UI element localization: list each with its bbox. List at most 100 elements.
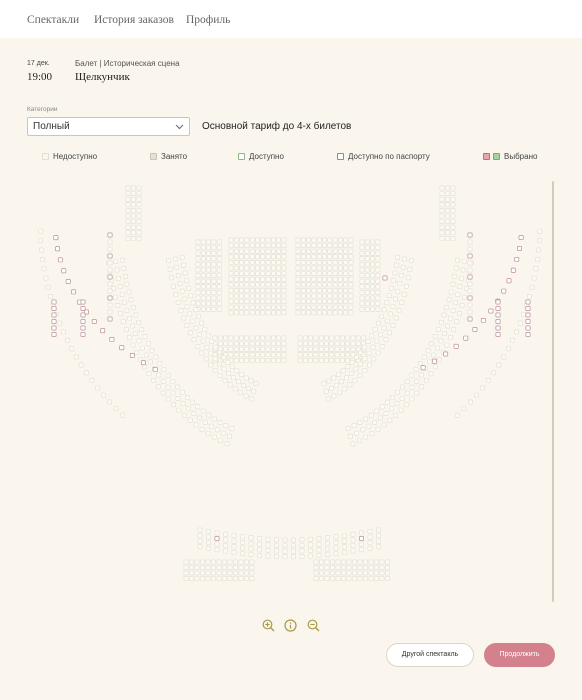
seat xyxy=(300,304,306,310)
zoom-in-icon[interactable] xyxy=(262,619,275,632)
seat xyxy=(390,323,396,328)
category-select[interactable]: Полный xyxy=(27,117,190,136)
seat xyxy=(370,306,375,312)
seat[interactable] xyxy=(480,317,486,323)
seat[interactable] xyxy=(80,319,86,324)
seat[interactable] xyxy=(467,232,473,238)
seat[interactable] xyxy=(100,328,106,334)
seat[interactable] xyxy=(80,332,86,337)
seat[interactable] xyxy=(472,327,478,332)
info-icon[interactable] xyxy=(284,619,297,632)
seat[interactable] xyxy=(129,353,135,358)
seat xyxy=(200,301,206,306)
seat xyxy=(345,364,351,370)
nav-order-history[interactable]: История заказов xyxy=(94,14,174,26)
seat[interactable] xyxy=(107,295,113,301)
seat[interactable] xyxy=(443,351,449,357)
seat[interactable] xyxy=(525,306,531,311)
seat[interactable] xyxy=(495,312,501,318)
seat-map[interactable] xyxy=(28,180,555,600)
seat[interactable] xyxy=(506,278,512,284)
seat[interactable] xyxy=(51,306,57,311)
seat xyxy=(228,335,234,341)
seat xyxy=(265,352,271,358)
seat[interactable] xyxy=(525,319,531,324)
seat[interactable] xyxy=(80,312,86,318)
seat[interactable] xyxy=(61,268,67,274)
seat[interactable] xyxy=(71,289,76,295)
seat[interactable] xyxy=(420,365,426,371)
seat[interactable] xyxy=(107,232,113,238)
seatmap-scrollbar[interactable] xyxy=(552,181,554,602)
seat xyxy=(455,292,461,297)
seat[interactable] xyxy=(514,256,520,262)
seat[interactable] xyxy=(525,299,531,305)
seat[interactable] xyxy=(525,325,531,331)
seat xyxy=(212,367,218,373)
seat[interactable] xyxy=(55,246,60,252)
seat[interactable] xyxy=(119,345,125,351)
nav-performances[interactable]: Спектакли xyxy=(27,14,79,26)
seat[interactable] xyxy=(467,253,473,259)
seat[interactable] xyxy=(91,319,97,324)
seat[interactable] xyxy=(141,360,146,366)
seat[interactable] xyxy=(501,288,507,294)
seat[interactable] xyxy=(51,312,57,318)
seat[interactable] xyxy=(359,536,364,541)
seat[interactable] xyxy=(107,316,113,322)
seat[interactable] xyxy=(495,306,501,311)
seat xyxy=(302,335,308,341)
seat[interactable] xyxy=(65,279,71,284)
zoom-out-icon[interactable] xyxy=(307,619,320,632)
seat[interactable] xyxy=(107,274,113,280)
seat[interactable] xyxy=(518,235,524,240)
seat[interactable] xyxy=(51,299,57,305)
seat[interactable] xyxy=(432,358,437,364)
seat xyxy=(249,254,255,260)
seat xyxy=(302,357,308,363)
seat[interactable] xyxy=(80,299,86,305)
other-show-button[interactable]: Другой спектакль xyxy=(386,643,474,667)
seat[interactable] xyxy=(467,274,473,280)
seat[interactable] xyxy=(495,299,501,305)
seat xyxy=(323,388,329,394)
seat xyxy=(244,254,250,260)
seat xyxy=(239,304,244,310)
seat[interactable] xyxy=(80,325,86,331)
seat[interactable] xyxy=(214,536,220,541)
seat xyxy=(265,310,271,316)
seat xyxy=(322,259,327,265)
seat xyxy=(281,335,287,341)
seat[interactable] xyxy=(488,308,494,314)
seat[interactable] xyxy=(109,336,115,342)
seat[interactable] xyxy=(525,332,531,337)
seat xyxy=(218,438,223,443)
seat[interactable] xyxy=(495,319,501,324)
seat[interactable] xyxy=(525,312,531,318)
seat[interactable] xyxy=(382,275,388,281)
seat[interactable] xyxy=(467,295,473,301)
seat xyxy=(260,237,266,243)
seat xyxy=(170,378,176,384)
seat[interactable] xyxy=(51,332,57,337)
nav-profile[interactable]: Профиль xyxy=(186,14,230,26)
seat[interactable] xyxy=(495,325,501,331)
seat[interactable] xyxy=(57,257,63,263)
seat[interactable] xyxy=(152,366,158,372)
seat xyxy=(270,248,276,254)
seat[interactable] xyxy=(80,306,86,311)
seat xyxy=(295,304,301,310)
seat[interactable] xyxy=(510,267,516,273)
seat[interactable] xyxy=(495,332,501,337)
seat xyxy=(368,559,374,565)
seat[interactable] xyxy=(453,343,459,349)
seat[interactable] xyxy=(107,253,113,259)
seat[interactable] xyxy=(467,316,473,322)
seat[interactable] xyxy=(51,325,57,331)
seat[interactable] xyxy=(516,246,522,251)
seat[interactable] xyxy=(53,235,59,241)
seat xyxy=(313,565,319,570)
seat[interactable] xyxy=(51,319,57,324)
seat[interactable] xyxy=(463,335,469,341)
continue-button[interactable]: Продолжить xyxy=(484,643,555,667)
